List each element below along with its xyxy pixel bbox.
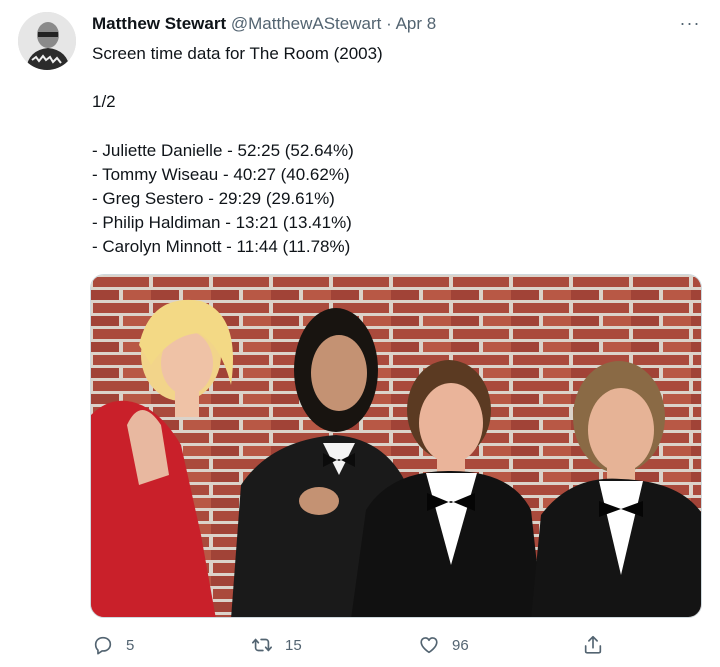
author-handle[interactable]: @MatthewAStewart (231, 14, 381, 33)
share-button[interactable] (582, 630, 604, 660)
cast-photo (91, 275, 701, 617)
share-icon (584, 635, 602, 654)
separator-dot: · (386, 14, 392, 33)
like-button[interactable]: 96 (418, 630, 469, 660)
reply-button[interactable]: 5 (92, 630, 134, 660)
tweet-text-line: - Philip Haldiman - 13:21 (13.41%) (92, 213, 352, 232)
tweet-date[interactable]: Apr 8 (396, 14, 437, 33)
tweet-photo[interactable] (90, 274, 702, 618)
like-count: 96 (452, 636, 469, 654)
tweet[interactable]: Matthew Stewart @MatthewAStewart · Apr 8… (0, 0, 720, 667)
more-icon[interactable]: ··· (676, 12, 704, 34)
tweet-text-line: - Tommy Wiseau - 40:27 (40.62%) (92, 165, 350, 184)
reply-count: 5 (126, 636, 135, 654)
tweet-header: Matthew Stewart @MatthewAStewart · Apr 8 (92, 13, 436, 35)
tweet-text-line: - Carolyn Minnott - 11:44 (11.78%) (92, 237, 351, 256)
tweet-text-line: - Greg Sestero - 29:29 (29.61%) (92, 189, 335, 208)
retweet-count: 15 (285, 636, 302, 654)
retweet-icon (252, 638, 272, 652)
retweet-button[interactable]: 15 (251, 630, 302, 660)
reply-icon (94, 636, 112, 655)
author-name[interactable]: Matthew Stewart (92, 14, 226, 33)
tweet-text-line: - Juliette Danielle - 52:25 (52.64%) (92, 141, 354, 160)
avatar[interactable] (18, 12, 76, 70)
tweet-actions: 5 15 96 (0, 630, 720, 660)
tweet-text-part: 1/2 (92, 92, 116, 111)
like-icon (420, 637, 438, 654)
avatar-image (18, 12, 76, 70)
tweet-text-title: Screen time data for The Room (2003) (92, 44, 383, 63)
